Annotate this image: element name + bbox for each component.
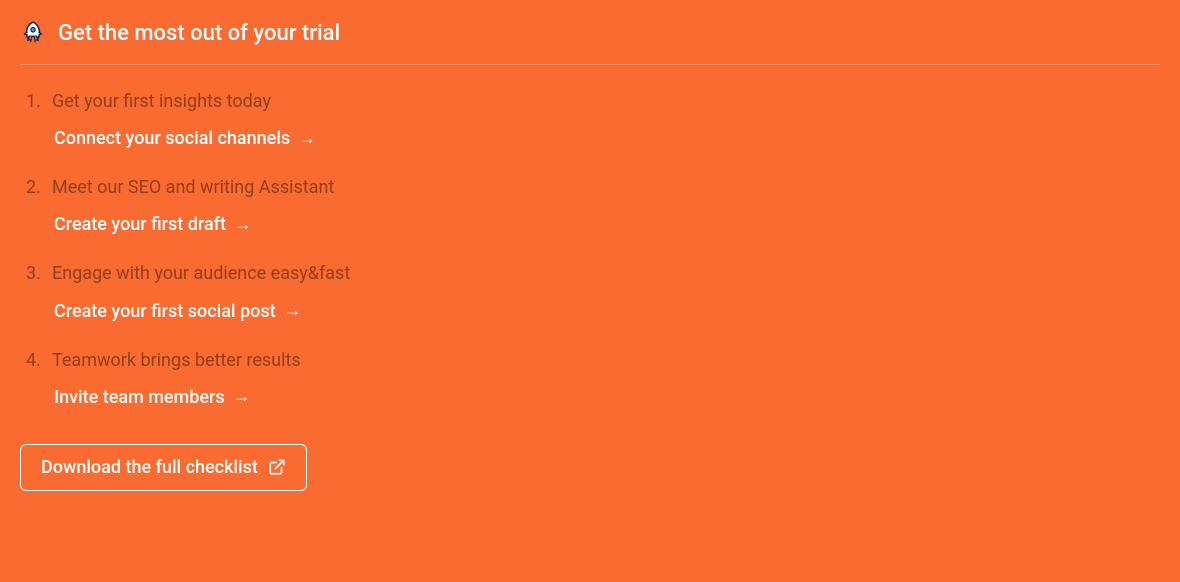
step-description: Get your first insights today xyxy=(26,89,1160,114)
arrow-right-icon: → xyxy=(298,130,316,148)
onboarding-header: Get the most out of your trial xyxy=(20,20,1160,65)
step-action-invite-team[interactable]: Invite team members → xyxy=(26,387,251,408)
step-item-3: Engage with your audience easy&fast Crea… xyxy=(26,261,1160,321)
arrow-right-icon: → xyxy=(284,302,302,320)
step-description-text: Get your first insights today xyxy=(52,89,271,114)
step-description-text: Meet our SEO and writing Assistant xyxy=(52,175,334,200)
download-button-label: Download the full checklist xyxy=(41,457,258,478)
step-action-label: Create your first social post xyxy=(54,301,276,322)
step-action-label: Invite team members xyxy=(54,387,225,408)
arrow-right-icon: → xyxy=(234,216,252,234)
step-action-create-draft[interactable]: Create your first draft → xyxy=(26,214,252,235)
step-item-1: Get your first insights today Connect yo… xyxy=(26,89,1160,149)
download-checklist-button[interactable]: Download the full checklist xyxy=(20,444,307,491)
arrow-right-icon: → xyxy=(233,388,251,406)
rocket-icon xyxy=(20,20,46,46)
step-item-4: Teamwork brings better results Invite te… xyxy=(26,348,1160,408)
step-item-2: Meet our SEO and writing Assistant Creat… xyxy=(26,175,1160,235)
step-description-text: Teamwork brings better results xyxy=(52,348,301,373)
header-title: Get the most out of your trial xyxy=(58,21,340,46)
external-link-icon xyxy=(268,458,286,476)
step-action-connect-channels[interactable]: Connect your social channels → xyxy=(26,128,316,149)
step-description: Teamwork brings better results xyxy=(26,348,1160,373)
step-description: Engage with your audience easy&fast xyxy=(26,261,1160,286)
step-action-create-post[interactable]: Create your first social post → xyxy=(26,301,302,322)
step-action-label: Connect your social channels xyxy=(54,128,290,149)
onboarding-steps-list: Get your first insights today Connect yo… xyxy=(20,89,1160,408)
step-description: Meet our SEO and writing Assistant xyxy=(26,175,1160,200)
step-action-label: Create your first draft xyxy=(54,214,226,235)
step-description-text: Engage with your audience easy&fast xyxy=(52,261,350,286)
